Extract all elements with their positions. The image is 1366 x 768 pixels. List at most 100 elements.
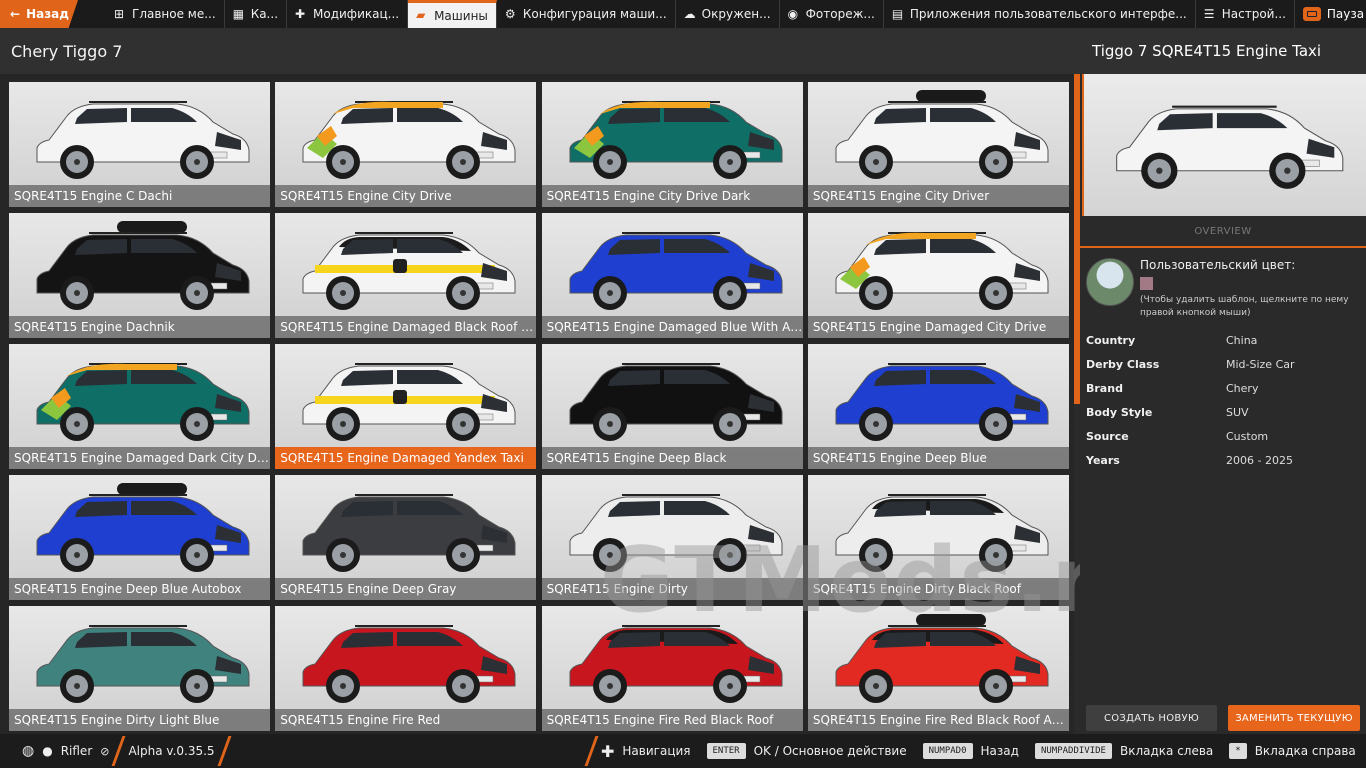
vehicle-label: SQRE4T15 Engine Damaged Dark City Drive — [9, 447, 270, 469]
vehicle-card[interactable]: SQRE4T15 Engine Damaged Yandex Taxi — [275, 344, 537, 469]
tab-8[interactable]: ▤ Приложения пользовательского интерфе... — [884, 0, 1196, 28]
property-key: Derby Class — [1086, 357, 1160, 371]
vehicle-card[interactable]: SQRE4T15 Engine Deep Blue — [807, 344, 1069, 469]
pause-label: Пауза — [1326, 7, 1365, 21]
tab-9[interactable]: ☰ Настрой... — [1196, 0, 1295, 28]
page-title: Chery Tiggo 7 — [11, 41, 123, 61]
key-badge: ENTER — [706, 743, 746, 759]
ui-apps-icon: ▤ — [891, 6, 904, 21]
property-row: Body Style SUV — [1086, 400, 1360, 424]
vehicle-thumbnail — [36, 101, 250, 179]
username: Rifler — [60, 744, 93, 758]
vehicle-thumbnail — [302, 494, 516, 572]
vehicle-card[interactable]: SQRE4T15 Engine Dirty Black Roof — [807, 475, 1069, 600]
custom-color-section: Пользовательский цвет: (Чтобы удалить ша… — [1086, 258, 1360, 320]
vehicle-card[interactable]: SQRE4T15 Engine Damaged Blue With Autob.… — [541, 213, 803, 338]
vehicle-card[interactable]: SQRE4T15 Engine Fire Red Black Roof — [541, 606, 803, 731]
vehicle-label: SQRE4T15 Engine Fire Red Black Roof Auto… — [807, 709, 1069, 731]
vehicle-grid: SQRE4T15 Engine C Dachi SQRE4T15 Engine C… — [0, 74, 1080, 734]
vehicle-label: SQRE4T15 Engine Dirty — [541, 578, 803, 600]
panel-title: Tiggo 7 SQRE4T15 Engine Taxi — [1080, 28, 1366, 74]
tab-label: Окружен... — [701, 7, 771, 21]
vehicle-label: SQRE4T15 Engine City Driver — [807, 185, 1069, 207]
config-thumbnail[interactable] — [1086, 258, 1134, 306]
vehicle-label: SQRE4T15 Engine Deep Gray — [275, 578, 537, 600]
tab-7[interactable]: ◉ Фотореж... — [780, 0, 884, 28]
vehicle-card[interactable]: SQRE4T15 Engine Dachnik — [9, 213, 270, 338]
vehicle-preview — [1082, 74, 1366, 216]
vehicle-card[interactable]: SQRE4T15 Engine Fire Red — [275, 606, 537, 731]
vehicle-label: SQRE4T15 Engine Damaged City Drive — [807, 316, 1069, 338]
back-label: Назад — [26, 7, 69, 21]
vehicle-card[interactable]: SQRE4T15 Engine Dirty Light Blue — [9, 606, 270, 731]
vehicle-thumbnail — [835, 494, 1049, 572]
vehicle-thumbnail — [302, 101, 516, 179]
key-badge: NUMPAD0 — [922, 743, 973, 759]
property-row: Source Custom — [1086, 424, 1360, 448]
vehicle-thumbnail — [569, 494, 783, 572]
vehicle-card[interactable]: SQRE4T15 Engine Damaged Dark City Drive — [9, 344, 270, 469]
vehicle-label: SQRE4T15 Engine Fire Red — [275, 709, 537, 731]
car-config-icon: ⚙ — [504, 6, 516, 21]
globe-icon[interactable]: ◍ — [22, 743, 34, 759]
tab-label: Настрой... — [1221, 7, 1286, 21]
vehicle-card[interactable]: SQRE4T15 Engine Damaged City Drive — [807, 213, 1069, 338]
vehicle-label: SQRE4T15 Engine Dachnik — [9, 316, 270, 338]
vehicle-card[interactable]: SQRE4T15 Engine Damaged Black Roof Yand.… — [275, 213, 537, 338]
user-status-icon: ⊘ — [100, 744, 110, 758]
property-key: Body Style — [1086, 405, 1153, 419]
details-panel: Tiggo 7 SQRE4T15 Engine Taxi OVERVIEW По… — [1080, 28, 1366, 734]
divider — [112, 736, 126, 766]
tab-3[interactable]: ✚ Модификац... — [287, 0, 409, 28]
property-key: Source — [1086, 429, 1129, 443]
vehicle-label: SQRE4T15 Engine Dirty Black Roof — [807, 578, 1069, 600]
vehicle-label: SQRE4T15 Engine Deep Black — [541, 447, 803, 469]
vehicle-label: SQRE4T15 Engine C Dachi — [9, 185, 270, 207]
top-navigation-bar: ← Назад ⊞ Главное ме... ▦ Ка... ✚ Модификац..… — [0, 0, 1366, 28]
vehicle-label: SQRE4T15 Engine Dirty Light Blue — [9, 709, 270, 731]
tab-label: Фотореж... — [805, 7, 875, 21]
replace-current-button[interactable]: ЗАМЕНИТЬ ТЕКУЩУЮ — [1228, 705, 1360, 731]
version-label: Alpha v.0.35.5 — [128, 744, 215, 758]
vehicle-card[interactable]: SQRE4T15 Engine Deep Black — [541, 344, 803, 469]
vehicle-thumbnail — [569, 232, 783, 310]
vehicle-card[interactable]: SQRE4T15 Engine City Driver — [807, 82, 1069, 207]
tab-6[interactable]: ☁ Окружен... — [676, 0, 780, 28]
tab-4[interactable]: ▰ Машины — [408, 0, 497, 28]
tab-label: Приложения пользовательского интерфе... — [909, 7, 1187, 21]
create-new-button[interactable]: СОЗДАТЬ НОВУЮ — [1086, 705, 1217, 731]
key-badge: * — [1229, 743, 1247, 759]
custom-color-label: Пользовательский цвет: — [1140, 258, 1296, 272]
property-value: SUV — [1226, 405, 1249, 419]
settings-icon: ☰ — [1203, 6, 1215, 21]
property-row: Derby Class Mid-Size Car — [1086, 352, 1360, 376]
tab-1[interactable]: ⊞ Главное ме... — [106, 0, 225, 28]
remove-template-hint: (Чтобы удалить шаблон, щелкните по нему … — [1140, 295, 1349, 318]
puzzle-icon: ✚ — [295, 6, 306, 21]
tab-2[interactable]: ▦ Ка... — [225, 0, 288, 28]
vehicle-card[interactable]: SQRE4T15 Engine City Drive — [275, 82, 537, 207]
vehicle-card[interactable]: SQRE4T15 Engine Deep Blue Autobox — [9, 475, 270, 600]
main-menu-icon: ⊞ — [114, 6, 125, 21]
overview-tab[interactable]: OVERVIEW — [1080, 216, 1366, 248]
pause-button[interactable]: Пауза — [1295, 0, 1366, 28]
vehicle-card[interactable]: SQRE4T15 Engine C Dachi — [9, 82, 270, 207]
vehicle-thumbnail — [569, 625, 783, 703]
control-hint-label: OK / Основное действие — [753, 744, 907, 758]
vehicle-card[interactable]: SQRE4T15 Engine Fire Red Black Roof Auto… — [807, 606, 1069, 731]
bottom-status-bar: ◍ ● Rifler ⊘ Alpha v.0.35.5 ✚ Навигация EN… — [0, 734, 1366, 768]
divider — [584, 736, 599, 766]
vehicle-thumbnail — [36, 221, 250, 310]
key-badge: NUMPADDIVIDE — [1034, 743, 1112, 759]
dpad-icon: ✚ — [601, 741, 615, 761]
vehicle-card[interactable]: SQRE4T15 Engine City Drive Dark — [541, 82, 803, 207]
control-hint-label: Вкладка справа — [1254, 744, 1356, 758]
tab-5[interactable]: ⚙ Конфигурация маши... — [497, 0, 676, 28]
vehicle-card[interactable]: SQRE4T15 Engine Dirty — [541, 475, 803, 600]
page-title-bar: Chery Tiggo 7 — [0, 28, 1080, 74]
vehicle-card[interactable]: SQRE4T15 Engine Deep Gray — [275, 475, 537, 600]
property-value: Custom — [1226, 429, 1269, 443]
tab-label: Машины — [434, 8, 488, 23]
color-swatch[interactable] — [1140, 277, 1153, 290]
back-button[interactable]: ← Назад — [0, 0, 78, 28]
